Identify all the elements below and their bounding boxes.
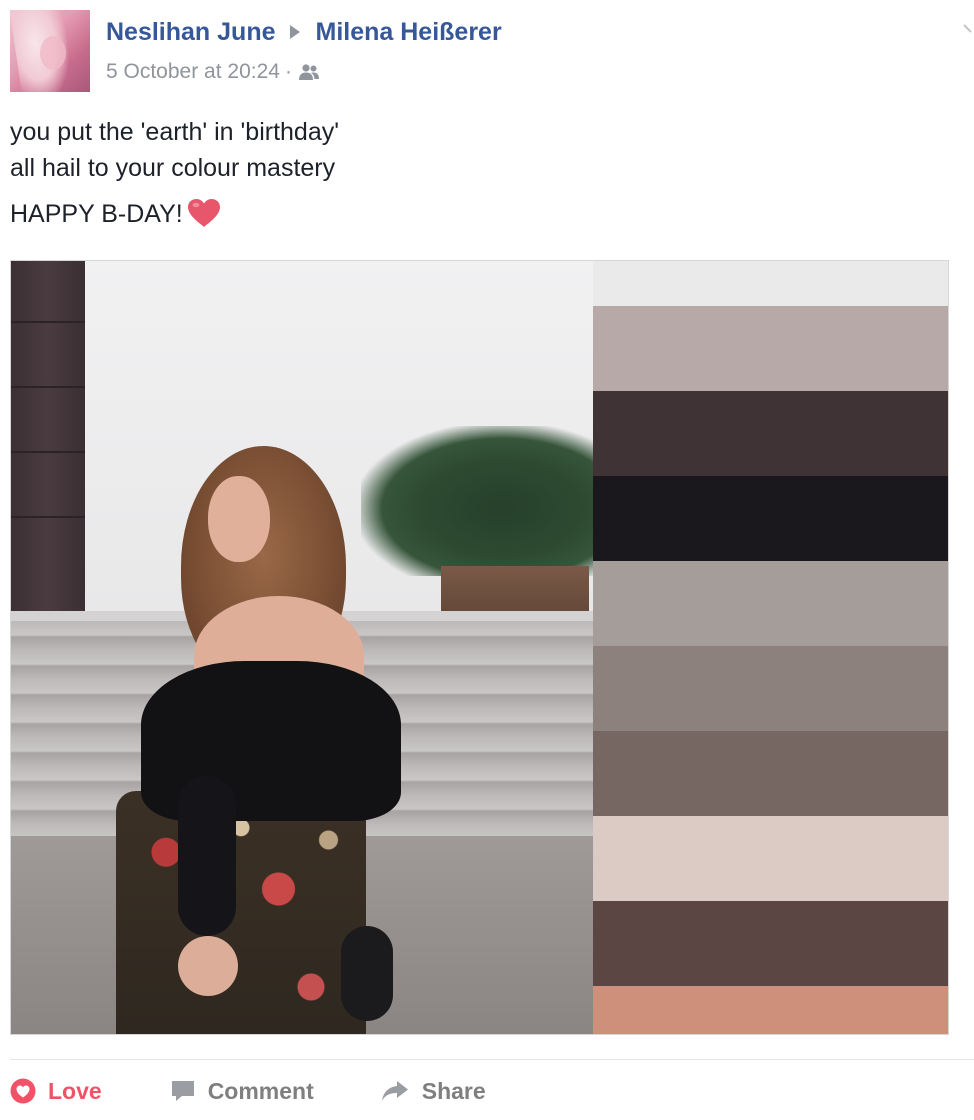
love-label: Love bbox=[48, 1077, 102, 1104]
avatar-face bbox=[40, 36, 66, 70]
person-bag bbox=[341, 926, 393, 1021]
comment-label: Comment bbox=[207, 1077, 314, 1104]
door-line bbox=[11, 516, 85, 518]
message-line-with-emoji: HAPPY B-DAY! bbox=[10, 196, 950, 238]
divider bbox=[10, 1059, 974, 1060]
person-hand bbox=[178, 936, 238, 996]
colour-swatch bbox=[593, 901, 948, 986]
post-message: you put the 'earth' in 'birthday' all ha… bbox=[10, 114, 950, 238]
person-skirt bbox=[116, 791, 366, 1034]
message-line: HAPPY B-DAY! bbox=[10, 200, 183, 228]
feed-post: Neslihan June Milena Heißerer 5 October … bbox=[0, 0, 974, 1120]
door-line bbox=[11, 451, 85, 453]
comment-icon bbox=[170, 1078, 196, 1104]
door-line bbox=[11, 386, 85, 388]
author-name-link[interactable]: Neslihan June bbox=[106, 18, 276, 47]
post-meta: 5 October at 20:24 · bbox=[106, 58, 320, 86]
colour-swatch bbox=[593, 476, 948, 561]
colour-swatch bbox=[593, 986, 948, 1034]
post-header-names: Neslihan June Milena Heißerer bbox=[106, 16, 502, 48]
colour-swatch bbox=[593, 816, 948, 901]
author-avatar[interactable] bbox=[10, 10, 90, 92]
post-image[interactable] bbox=[10, 260, 949, 1035]
colour-swatch bbox=[593, 561, 948, 646]
share-label: Share bbox=[421, 1077, 486, 1104]
door-line bbox=[11, 321, 85, 323]
photo-person bbox=[116, 446, 406, 1034]
colour-palette bbox=[593, 261, 948, 1034]
message-line: you put the 'earth' in 'birthday' bbox=[10, 118, 340, 146]
colour-swatch bbox=[593, 391, 948, 476]
portrait-photo bbox=[11, 261, 593, 1034]
post-actions: Love Comment Share bbox=[10, 1070, 486, 1112]
arrow-right-icon bbox=[289, 25, 300, 39]
target-name-link[interactable]: Milena Heißerer bbox=[316, 18, 502, 47]
colour-swatch bbox=[593, 646, 948, 731]
person-face bbox=[208, 476, 270, 562]
comment-button[interactable]: Comment bbox=[170, 1078, 314, 1105]
colour-swatch bbox=[593, 306, 948, 391]
message-line: all hail to your colour mastery bbox=[10, 154, 336, 182]
love-button[interactable]: Love bbox=[10, 1078, 102, 1105]
post-timestamp-link[interactable]: 5 October at 20:24 bbox=[106, 60, 280, 84]
colour-swatch bbox=[593, 731, 948, 816]
meta-separator: · bbox=[284, 60, 292, 83]
person-arm bbox=[178, 776, 236, 936]
heart-emoji-icon bbox=[187, 198, 221, 238]
chevron-down-icon[interactable] bbox=[962, 22, 974, 34]
share-icon bbox=[380, 1078, 410, 1104]
photo-door bbox=[11, 261, 85, 611]
share-button[interactable]: Share bbox=[380, 1078, 486, 1105]
friends-icon[interactable] bbox=[298, 63, 320, 81]
love-icon bbox=[10, 1078, 36, 1104]
